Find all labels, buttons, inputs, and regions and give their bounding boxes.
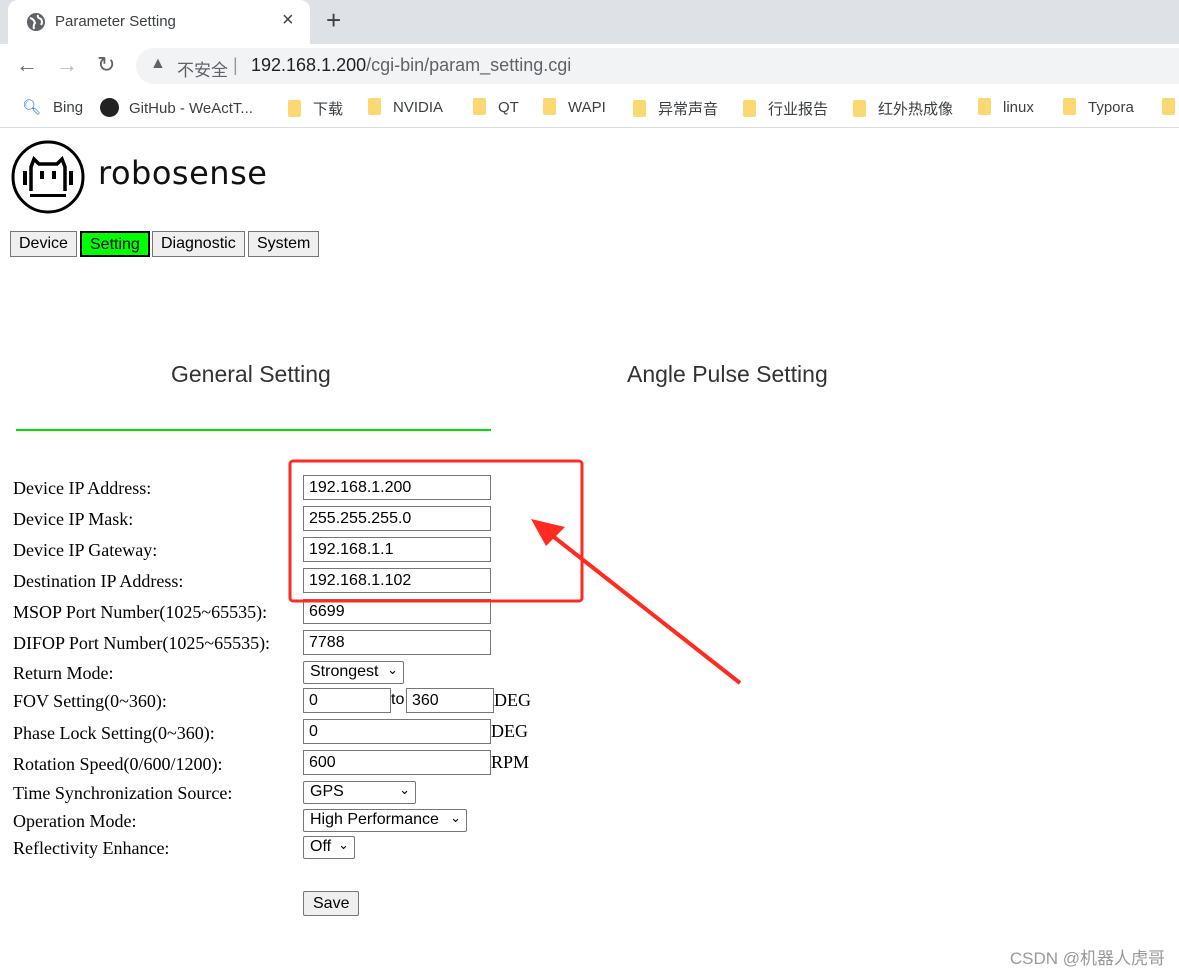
bookmark-bing[interactable]: 🔍︎ Bing [22,98,83,116]
phase-lock-unit: DEG [491,721,528,741]
url-text[interactable]: 192.168.1.200/cgi-bin/param_setting.cgi [251,55,571,76]
watermark: CSDN @机器人虎哥 [1009,949,1165,968]
rotation-speed-unit: RPM [491,752,530,772]
folder-icon [743,100,756,117]
gateway-label: Device IP Gateway: [13,540,158,560]
github-icon [100,98,119,117]
arrow-head-icon [531,519,565,546]
reflectivity-select[interactable]: Off ⌄ [303,836,355,859]
bookmark-folder[interactable]: 下载 [288,98,343,119]
phase-lock-input[interactable] [303,719,491,744]
robosense-logo-icon [11,140,85,214]
msop-port-label: MSOP Port Number(1025~65535): [13,602,268,622]
tab-device[interactable]: Device [10,231,77,257]
msop-port-input[interactable] [303,599,491,624]
fov-start-input[interactable] [303,688,391,713]
dest-ip-input[interactable] [303,568,491,593]
folder-icon [633,100,646,117]
operation-mode-label: Operation Mode: [13,811,137,831]
brand-name: robosense [98,154,268,192]
annotation-overlay [288,459,742,685]
return-mode-label: Return Mode: [13,663,114,683]
globe-icon [27,13,45,31]
bookmark-folder[interactable] [1162,98,1179,116]
time-sync-label: Time Synchronization Source: [13,783,233,803]
folder-icon [853,100,866,117]
tab-diagnostic[interactable]: Diagnostic [152,231,245,257]
bookmark-folder[interactable]: NVIDIA [368,98,443,116]
rotation-speed-input[interactable] [303,750,491,775]
browser-tab[interactable]: Parameter Setting × [8,0,310,44]
tab-angle-pulse-setting[interactable]: Angle Pulse Setting [627,361,828,388]
arrow-line [543,528,742,685]
active-section-underline [16,429,491,431]
tab-title: Parameter Setting [55,13,176,30]
folder-icon [288,100,301,117]
bookmark-folder[interactable]: 异常声音 [633,98,718,119]
bookmarks-bar: 🔍︎ Bing GitHub - WeActT... 下载 NVIDIA QT W… [0,88,1179,128]
warning-icon: ▲ [150,55,166,72]
fov-to-label: to [391,691,405,708]
fov-end-input[interactable] [406,688,494,713]
bookmark-folder[interactable]: WAPI [543,98,606,116]
bookmark-github[interactable]: GitHub - WeActT... [100,98,253,117]
save-button[interactable]: Save [303,891,360,916]
device-ip-label: Device IP Address: [13,478,152,498]
ip-mask-input[interactable] [303,506,491,531]
tab-setting[interactable]: Setting [80,231,150,257]
difop-port-input[interactable] [303,630,491,655]
chevron-down-icon: ⌄ [387,662,398,677]
gateway-input[interactable] [303,537,491,562]
search-icon: 🔍︎ [22,99,42,116]
folder-icon [978,98,991,115]
fov-unit: DEG [494,690,531,710]
new-tab-button[interactable]: + [326,5,341,36]
address-bar[interactable]: ▲ 不安全 | 192.168.1.200/cgi-bin/param_sett… [136,48,1179,84]
bookmark-folder[interactable]: 红外热成像 [853,98,953,119]
folder-icon [1063,98,1076,115]
bookmark-folder[interactable]: 行业报告 [743,98,828,119]
tab-general-setting[interactable]: General Setting [171,361,331,388]
dest-ip-label: Destination IP Address: [13,571,184,591]
reflectivity-label: Reflectivity Enhance: [13,838,170,858]
operation-mode-select[interactable]: High Performance ⌄ [303,809,467,832]
folder-icon [473,98,486,115]
security-label: 不安全 [177,61,228,80]
tab-system[interactable]: System [248,231,320,257]
folder-icon [368,98,381,115]
phase-lock-label: Phase Lock Setting(0~360): [13,723,215,743]
difop-port-label: DIFOP Port Number(1025~65535): [13,633,271,653]
folder-icon [1162,98,1175,115]
url-path: /cgi-bin/param_setting.cgi [366,55,572,75]
folder-icon [543,98,556,115]
reload-icon[interactable]: ↻ [97,52,115,78]
fov-label: FOV Setting(0~360): [13,691,167,711]
bookmark-folder[interactable]: QT [473,98,519,116]
bookmark-folder[interactable]: Typora [1063,98,1134,116]
bookmark-folder[interactable]: linux [978,98,1034,116]
chevron-down-icon: ⌄ [338,837,349,852]
return-mode-select[interactable]: Strongest ⌄ [303,661,404,684]
chevron-down-icon: ⌄ [450,810,461,825]
rotation-speed-label: Rotation Speed(0/600/1200): [13,754,223,774]
ip-mask-label: Device IP Mask: [13,509,134,529]
forward-icon[interactable]: → [56,52,78,78]
url-host: 192.168.1.200 [251,55,367,75]
device-ip-input[interactable] [303,475,491,500]
time-sync-select[interactable]: GPS ⌄ [303,781,416,804]
back-icon[interactable]: ← [16,52,38,78]
chevron-down-icon: ⌄ [399,782,410,797]
close-tab-icon[interactable]: × [282,9,294,32]
